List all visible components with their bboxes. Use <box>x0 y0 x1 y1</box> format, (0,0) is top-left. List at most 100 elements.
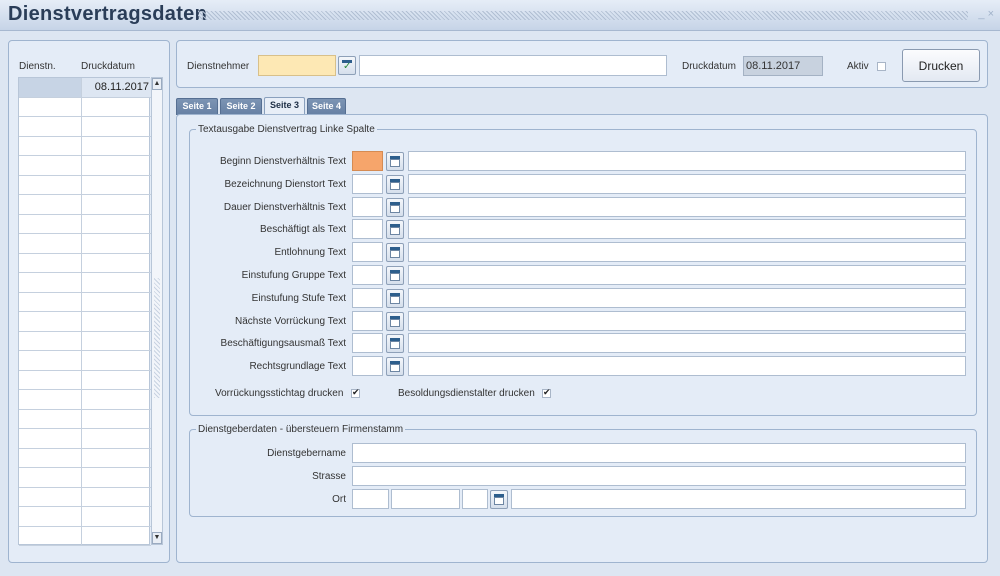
calendar-icon-body <box>390 364 400 373</box>
dienstnehmer-code-input[interactable] <box>258 55 336 76</box>
list-row[interactable] <box>19 468 151 488</box>
text-row-lookup-button[interactable] <box>386 220 404 240</box>
list-row[interactable] <box>19 234 151 254</box>
column-header-druckdatum[interactable]: Druckdatum <box>81 61 135 72</box>
scroll-down-button[interactable]: ▼ <box>152 532 162 544</box>
ort-zip-input[interactable] <box>391 489 460 509</box>
check-icon: ✓ <box>343 61 352 72</box>
list-row[interactable] <box>19 312 151 332</box>
list-row[interactable] <box>19 351 151 371</box>
list-row[interactable] <box>19 253 151 273</box>
list-row[interactable] <box>19 273 151 293</box>
dienstgebername-input[interactable] <box>352 443 966 463</box>
list-row[interactable] <box>19 97 151 117</box>
list-row[interactable] <box>19 370 151 390</box>
tab-seite-4[interactable]: Seite 4 <box>307 98 346 115</box>
text-row-label: Einstufung Stufe Text <box>251 292 346 304</box>
list-cell-dienstnehmer <box>19 312 82 331</box>
list-row[interactable] <box>19 195 151 215</box>
list-row[interactable] <box>19 526 151 546</box>
text-row-code-input[interactable] <box>352 333 383 354</box>
text-row-label: Beschäftigt als Text <box>260 224 346 236</box>
calendar-icon-body <box>390 250 400 259</box>
calendar-icon-body <box>390 318 400 327</box>
text-row-code-input[interactable] <box>352 287 383 308</box>
dienstnehmer-label: Dienstnehmer <box>187 61 250 72</box>
contract-list-grid[interactable]: 08.11.2017 <box>18 77 151 546</box>
calendar-icon-body <box>390 227 400 236</box>
text-row-lookup-button[interactable] <box>386 174 404 194</box>
list-row[interactable] <box>19 390 151 410</box>
list-row[interactable] <box>19 156 151 176</box>
text-row-lookup-button[interactable] <box>386 197 404 217</box>
tab-seite-2[interactable]: Seite 2 <box>220 98 262 115</box>
list-row[interactable] <box>19 409 151 429</box>
text-row-lookup-button[interactable] <box>386 288 404 308</box>
dienstnehmer-lookup-button[interactable]: ✓ <box>338 56 356 75</box>
list-cell-dienstnehmer <box>19 253 82 272</box>
aktiv-checkbox[interactable] <box>877 62 886 71</box>
scroll-grip[interactable] <box>154 278 160 398</box>
text-row-code-input[interactable] <box>352 196 383 217</box>
text-row-code-input[interactable] <box>352 219 383 240</box>
text-row-text-input[interactable] <box>408 173 966 194</box>
tab-seite-1[interactable]: Seite 1 <box>176 98 218 115</box>
contract-list-panel: Dienstn. Druckdatum 08.11.2017 ▲ ▼ <box>8 40 170 563</box>
list-row[interactable] <box>19 117 151 137</box>
list-row[interactable]: 08.11.2017 <box>19 78 151 98</box>
ort-country-input[interactable] <box>352 489 389 509</box>
text-row-text-input[interactable] <box>408 333 966 354</box>
list-row[interactable] <box>19 331 151 351</box>
text-row-text-input[interactable] <box>408 242 966 263</box>
text-row-lookup-button[interactable] <box>386 243 404 263</box>
text-row-lookup-button[interactable] <box>386 266 404 285</box>
text-row-text-input[interactable] <box>408 151 966 171</box>
text-row-label: Nächste Vorrückung Text <box>235 315 346 327</box>
list-cell-dienstnehmer <box>19 97 82 116</box>
besoldung-checkbox[interactable] <box>542 387 551 398</box>
list-cell-dienstnehmer <box>19 370 82 389</box>
text-row-code-input[interactable] <box>352 356 383 377</box>
list-row[interactable] <box>19 507 151 527</box>
list-row[interactable] <box>19 292 151 312</box>
scroll-up-button[interactable]: ▲ <box>152 78 162 90</box>
list-row[interactable] <box>19 175 151 195</box>
dienstnehmer-name-input[interactable] <box>359 55 667 76</box>
ort-name-input[interactable] <box>511 489 966 509</box>
text-row-code-input[interactable] <box>352 242 383 263</box>
strasse-input[interactable] <box>352 466 966 486</box>
list-row[interactable] <box>19 136 151 156</box>
tab-content-panel: Textausgabe Dienstvertrag Linke Spalte V… <box>176 114 988 563</box>
text-row-text-input[interactable] <box>408 287 966 308</box>
vorrueckung-checkbox[interactable] <box>351 387 360 398</box>
text-row-text-input[interactable] <box>408 265 966 285</box>
list-row[interactable] <box>19 429 151 449</box>
text-row-lookup-button[interactable] <box>386 311 404 331</box>
text-row-code-input[interactable] <box>352 173 383 194</box>
list-cell-dienstnehmer <box>19 214 82 233</box>
text-row-lookup-button[interactable] <box>386 152 404 171</box>
print-button[interactable]: Drucken <box>902 49 980 82</box>
list-cell-dienstnehmer <box>19 448 82 467</box>
column-header-dienstnehmer[interactable]: Dienstn. <box>19 61 56 72</box>
text-row-code-input[interactable] <box>352 310 383 331</box>
text-row-text-input[interactable] <box>408 356 966 377</box>
text-row-text-input[interactable] <box>408 219 966 240</box>
list-row[interactable] <box>19 487 151 507</box>
ort-code-input[interactable] <box>462 489 488 509</box>
text-row-lookup-button[interactable] <box>386 357 404 377</box>
text-row-lookup-button[interactable] <box>386 334 404 354</box>
list-cell-dienstnehmer <box>19 468 82 487</box>
list-row[interactable] <box>19 448 151 468</box>
text-row-code-input[interactable] <box>352 151 383 171</box>
list-scrollbar[interactable]: ▲ ▼ <box>151 77 163 545</box>
list-cell-dienstnehmer <box>19 175 82 194</box>
druckdatum-field: 08.11.2017 <box>743 56 823 76</box>
list-row[interactable] <box>19 214 151 234</box>
text-row-text-input[interactable] <box>408 310 966 331</box>
ort-lookup-button[interactable] <box>490 490 508 509</box>
window-controls[interactable]: _ × <box>978 8 994 20</box>
text-row-text-input[interactable] <box>408 196 966 217</box>
text-row-code-input[interactable] <box>352 265 383 285</box>
text-output-group: Textausgabe Dienstvertrag Linke Spalte V… <box>189 124 977 416</box>
